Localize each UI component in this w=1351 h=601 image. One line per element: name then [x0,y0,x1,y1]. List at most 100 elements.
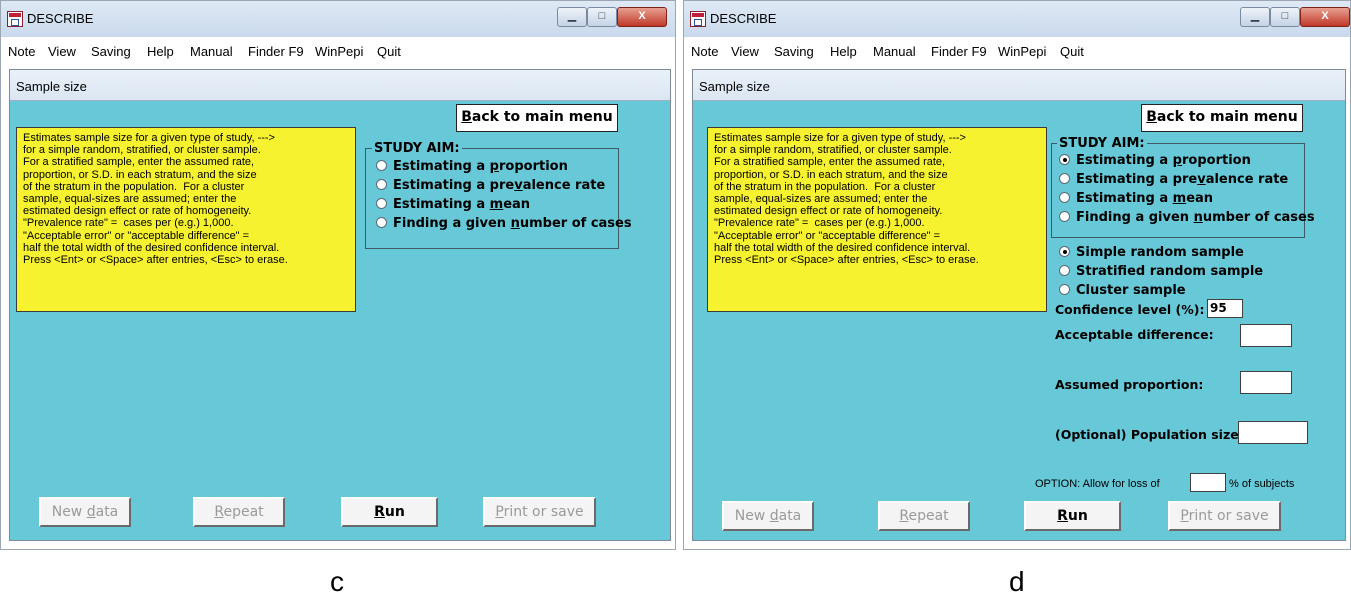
menu-quit[interactable]: Quit [377,44,401,59]
menu-view[interactable]: View [48,44,76,59]
title-bar: DESCRIBE ▁ □ X [684,1,1350,37]
close-button[interactable]: X [617,7,667,27]
aim-key: p [489,159,499,174]
new-data-button[interactable]: New data [722,501,814,531]
btn-label: New [51,504,87,520]
window-c: DESCRIBE ▁ □ X Note View Saving Help Man… [0,0,676,550]
btn-label-rest: ata [778,508,802,524]
aim-key: n [510,216,520,231]
btn-label-rest: ata [95,504,119,520]
radio-icon [1059,284,1070,295]
aim-option-prevalence[interactable]: Estimating a prevalence rate [376,178,605,193]
menu-saving[interactable]: Saving [91,44,131,59]
aim-option-prevalence[interactable]: Estimating a prevalence rate [1059,172,1288,187]
info-box: Estimates sample size for a given type o… [16,127,356,312]
aim-key: p [1172,153,1182,168]
maximize-button[interactable]: □ [587,7,617,27]
btn-label-rest: epeat [908,508,949,524]
radio-icon [376,179,387,190]
aim-key: v [1197,172,1206,187]
menu-help[interactable]: Help [147,44,174,59]
menu-manual[interactable]: Manual [873,44,916,59]
print-or-save-button[interactable]: Print or save [1168,501,1281,531]
sample-label: Cluster sample [1076,283,1186,298]
minimize-button[interactable]: ▁ [1240,7,1270,27]
radio-icon [376,217,387,228]
back-label: ack to main menu [471,109,613,125]
aim-label: Estimating a [393,159,490,174]
btn-label-rest: rint or save [1188,508,1269,524]
repeat-button[interactable]: Repeat [193,497,285,527]
menu-winpepi[interactable]: WinPepi [998,44,1046,59]
maximize-button[interactable]: □ [1270,7,1300,27]
menu-manual[interactable]: Manual [190,44,233,59]
sample-size-form: Sample size Back to main menu Estimates … [692,69,1346,541]
app-icon [690,11,706,27]
repeat-button[interactable]: Repeat [878,501,970,531]
aim-option-mean[interactable]: Estimating a mean [376,197,530,212]
menu-quit[interactable]: Quit [1060,44,1084,59]
sample-stratified-random[interactable]: Stratified random sample [1059,264,1263,279]
form-title: Sample size [699,79,770,94]
radio-icon [1059,265,1070,276]
back-key: B [461,109,472,125]
menu-winpepi[interactable]: WinPepi [315,44,363,59]
loss-option-label: OPTION: Allow for loss of [1035,478,1160,490]
sample-simple-random[interactable]: Simple random sample [1059,245,1244,260]
print-or-save-button[interactable]: Print or save [483,497,596,527]
minimize-button[interactable]: ▁ [557,7,587,27]
btn-label-rest: rint or save [503,504,584,520]
menu-note[interactable]: Note [8,44,35,59]
loss-percent-input[interactable] [1190,473,1226,492]
radio-icon [1059,246,1070,257]
back-key: B [1146,109,1157,125]
back-to-main-menu-button[interactable]: Back to main menu [1141,104,1303,132]
acceptable-difference-input[interactable] [1240,324,1292,347]
window-title: DESCRIBE [710,11,777,26]
new-data-button[interactable]: New data [39,497,131,527]
confidence-level-label: Confidence level (%): [1055,302,1205,317]
assumed-proportion-input[interactable] [1240,371,1292,394]
radio-icon [1059,192,1070,203]
aim-option-number-of-cases[interactable]: Finding a given number of cases [1059,210,1315,225]
loss-option-suffix: % of subjects [1229,478,1295,490]
aim-option-proportion[interactable]: Estimating a proportion [376,159,568,174]
menu-finder[interactable]: Finder F9 [931,44,987,59]
run-button[interactable]: Run [1024,501,1121,531]
aim-label-rest: roportion [498,159,568,174]
study-aim-title: STUDY AIM: [372,141,462,156]
form-title-bar: Sample size [10,70,670,101]
aim-option-number-of-cases[interactable]: Finding a given number of cases [376,216,632,231]
menu-saving[interactable]: Saving [774,44,814,59]
menu-finder[interactable]: Finder F9 [248,44,304,59]
back-label: ack to main menu [1156,109,1298,125]
assumed-proportion-label: Assumed proportion: [1055,377,1204,392]
run-button[interactable]: Run [341,497,438,527]
aim-option-proportion[interactable]: Estimating a proportion [1059,153,1251,168]
aim-label: Finding a given [1076,210,1194,225]
aim-label: Estimating a pre [393,178,515,193]
aim-option-mean[interactable]: Estimating a mean [1059,191,1213,206]
btn-label-rest: un [1067,508,1088,524]
form-title-bar: Sample size [693,70,1345,101]
menu-help[interactable]: Help [830,44,857,59]
sample-label: Simple random sample [1076,245,1244,260]
close-button[interactable]: X [1300,7,1350,27]
confidence-level-input[interactable]: 95 [1207,299,1243,318]
btn-key: R [1057,508,1068,524]
menu-bar: Note View Saving Help Manual Finder F9 W… [1,39,675,63]
caption-c: c [330,566,344,597]
population-size-input[interactable] [1238,421,1308,444]
menu-view[interactable]: View [731,44,759,59]
btn-label-rest: epeat [223,504,264,520]
population-size-label: (Optional) Population size: [1055,427,1244,442]
back-to-main-menu-button[interactable]: Back to main menu [456,104,618,132]
btn-label-rest: un [384,504,405,520]
form-panel: Back to main menu Estimates sample size … [693,101,1345,540]
radio-icon [1059,211,1070,222]
aim-label: Estimating a [393,197,490,212]
menu-note[interactable]: Note [691,44,718,59]
sample-size-form: Sample size Back to main menu Estimates … [9,69,671,541]
aim-key: v [514,178,523,193]
sample-cluster[interactable]: Cluster sample [1059,283,1186,298]
